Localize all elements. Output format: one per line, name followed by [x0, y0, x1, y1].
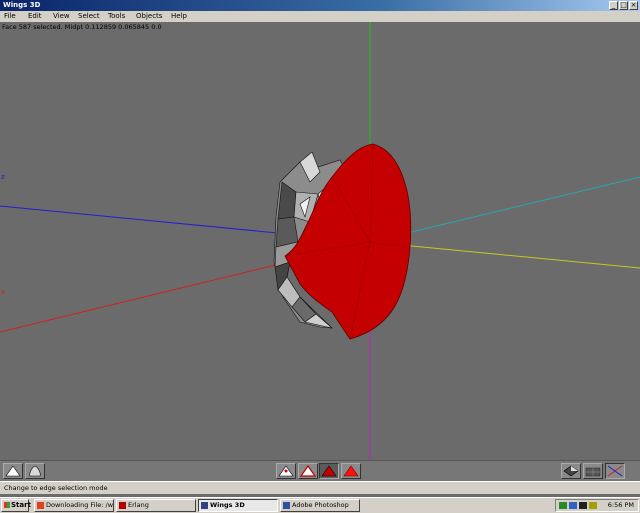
menu-select[interactable]: Select: [78, 11, 100, 22]
edge-mode-icon: [300, 465, 316, 477]
minimize-button[interactable]: _: [609, 1, 618, 10]
3d-viewport[interactable]: z x Face 587 selected. Midpt 0.112859 0.…: [0, 22, 640, 460]
window-title: Wings 3D: [3, 1, 41, 9]
status-message: Change to edge selection mode: [4, 484, 108, 492]
status-bar: Change to edge selection mode: [0, 481, 640, 494]
vertex-mode-button[interactable]: [276, 463, 296, 479]
selection-info: Face 587 selected. Midpt 0.112859 0.0658…: [2, 23, 162, 31]
windows-logo-icon: [4, 502, 10, 508]
tray-network-icon[interactable]: [559, 502, 567, 509]
edge-select-icon: [29, 465, 41, 477]
tray-volume-icon[interactable]: [589, 502, 597, 509]
task-wings3d[interactable]: Wings 3D: [198, 499, 278, 512]
perspective-icon: [563, 465, 579, 477]
clock: 6:56 PM: [607, 501, 634, 509]
vertex-mode-icon: [278, 465, 294, 477]
task-label: Downloading File: /wings/...: [46, 501, 114, 509]
wings-icon: [201, 502, 208, 509]
taskbar: Start Downloading File: /wings/... Erlan…: [0, 497, 640, 513]
maximize-button[interactable]: □: [619, 1, 628, 10]
menu-help[interactable]: Help: [171, 11, 187, 22]
window-titlebar: Wings 3D _ □ ×: [0, 0, 640, 11]
menu-file[interactable]: File: [4, 11, 16, 22]
vertex-select-button[interactable]: [3, 463, 23, 479]
groundplane-icon: [585, 467, 601, 477]
photoshop-icon: [283, 502, 290, 509]
menu-objects[interactable]: Objects: [136, 11, 162, 22]
body-mode-icon: [343, 465, 359, 477]
menu-tools[interactable]: Tools: [108, 11, 125, 22]
body-mode-button[interactable]: [341, 463, 361, 479]
face-mode-icon: [321, 465, 337, 477]
edge-mode-button[interactable]: [298, 463, 318, 479]
groundplane-button[interactable]: [583, 463, 603, 479]
erlang-icon: [119, 502, 126, 509]
task-downloading[interactable]: Downloading File: /wings/...: [34, 499, 114, 512]
system-tray: 6:56 PM: [555, 499, 639, 512]
task-erlang[interactable]: Erlang: [116, 499, 196, 512]
task-label: Wings 3D: [210, 501, 245, 509]
axes-button[interactable]: [605, 463, 625, 479]
start-button[interactable]: Start: [1, 499, 31, 512]
mode-toolbar: [0, 460, 640, 482]
task-label: Adobe Photoshop: [292, 501, 349, 509]
perspective-button[interactable]: [561, 463, 581, 479]
vertex-select-icon: [5, 465, 21, 477]
edge-select-button[interactable]: [25, 463, 45, 479]
x-axis-label: x: [1, 288, 5, 296]
z-axis-label: z: [1, 173, 5, 181]
scene-canvas[interactable]: z x: [0, 22, 640, 460]
menu-edit[interactable]: Edit: [28, 11, 42, 22]
start-label: Start: [11, 501, 31, 509]
tray-app-icon[interactable]: [579, 502, 587, 509]
menu-view[interactable]: View: [53, 11, 70, 22]
tray-monitor-icon[interactable]: [569, 502, 577, 509]
x-axis-negative-line: [369, 241, 640, 269]
axes-icon: [607, 465, 623, 477]
task-photoshop[interactable]: Adobe Photoshop: [280, 499, 360, 512]
browser-icon: [37, 502, 44, 509]
face-mode-button[interactable]: [319, 463, 339, 479]
close-button[interactable]: ×: [629, 1, 638, 10]
task-label: Erlang: [128, 501, 149, 509]
